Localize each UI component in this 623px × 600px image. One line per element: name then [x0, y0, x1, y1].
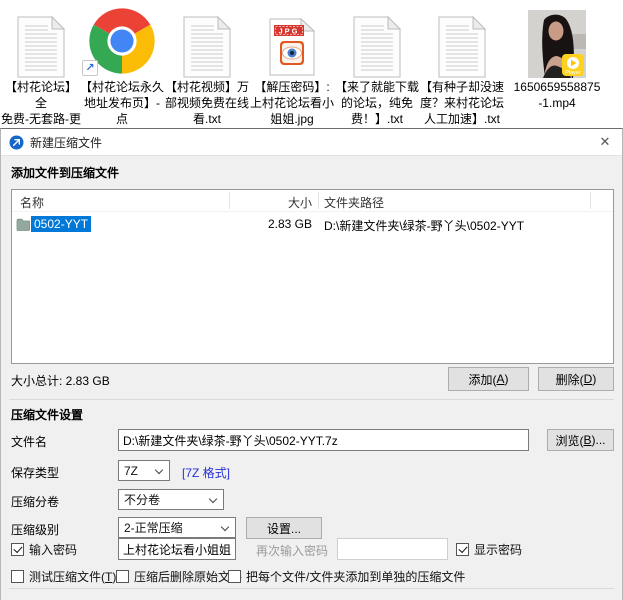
- desktop-icon-txt-3[interactable]: 【来了就能下载 的论坛，纯免 费！】.txt: [335, 0, 419, 128]
- column-divider[interactable]: [318, 192, 319, 209]
- desktop-icon-txt-4[interactable]: 【有种子却没速 度？来村花论坛 人工加速】.txt: [420, 0, 504, 128]
- desktop: 【村花论坛】全 免费-无套路-更 新快.txt ↗ 【村花论坛永久 地址发布页】…: [0, 0, 623, 128]
- filename-label: 文件名: [11, 433, 47, 450]
- delete-button[interactable]: 删除(D): [538, 367, 614, 391]
- desktop-icon-video[interactable]: Player 1650659558875 -1.mp4: [505, 0, 609, 128]
- folder-icon: [16, 218, 30, 234]
- test-archive-checkbox[interactable]: [11, 570, 24, 583]
- enter-password-option: 输入密码: [11, 541, 77, 558]
- column-header-name[interactable]: 名称: [20, 194, 44, 211]
- icon-label: 【村花视频】万 部视频免费在线 看.txt: [165, 79, 249, 127]
- show-password-option: 显示密码: [456, 541, 522, 558]
- delete-after-label: 压缩后删除原始文件: [134, 568, 242, 585]
- icon-label: 【解压密码】: 上村花论坛看小 姐姐.jpg: [250, 79, 334, 127]
- total-size-label: 大小总计: 2.83 GB: [11, 372, 110, 389]
- close-icon[interactable]: ✕: [596, 133, 614, 151]
- volume-split-label: 压缩分卷: [11, 493, 59, 510]
- desktop-icon-jpg[interactable]: JPG 【解压密码】: 上村花论坛看小 姐姐.jpg: [250, 0, 334, 128]
- volume-split-select[interactable]: 不分卷: [118, 489, 224, 510]
- desktop-icon-chrome-shortcut[interactable]: ↗ 【村花论坛永久 地址发布页】-点 此打开: [80, 0, 164, 128]
- dialog-titlebar: 新建压缩文件 ✕: [1, 129, 622, 156]
- jpg-image-icon: JPG: [250, 0, 334, 78]
- desktop-icon-txt-2[interactable]: 【村花视频】万 部视频免费在线 看.txt: [165, 0, 249, 128]
- section-archive-settings-label: 压缩文件设置: [11, 406, 83, 423]
- chrome-icon: ↗: [80, 0, 164, 78]
- archive-type-select[interactable]: 7Z: [118, 460, 170, 481]
- compression-level-select[interactable]: 2-正常压缩: [118, 517, 236, 538]
- dialog-title: 新建压缩文件: [30, 134, 102, 151]
- show-password-label: 显示密码: [474, 541, 522, 558]
- column-header-path[interactable]: 文件夹路径: [324, 194, 384, 211]
- format-link[interactable]: [7Z 格式]: [182, 464, 230, 481]
- file-table: 名称 大小 文件夹路径 0502-YYT 2.83 GB D:\新建文件: [11, 189, 614, 364]
- desktop-icon-txt-1[interactable]: 【村花论坛】全 免费-无套路-更 新快.txt: [0, 0, 82, 128]
- enter-password-checkbox[interactable]: [11, 543, 24, 556]
- test-archive-option: 测试压缩文件(T): [11, 568, 116, 585]
- icon-label: 【来了就能下载 的论坛，纯免 费！】.txt: [335, 79, 419, 127]
- icon-label: 1650659558875 -1.mp4: [505, 79, 609, 111]
- section-divider: [9, 399, 614, 400]
- password-input[interactable]: [118, 538, 236, 560]
- chevron-down-icon: [155, 466, 163, 474]
- column-divider[interactable]: [590, 192, 591, 209]
- chevron-down-icon: [209, 495, 217, 503]
- video-thumbnail: Player: [505, 0, 609, 78]
- browse-button[interactable]: 浏览(B)...: [547, 429, 614, 451]
- player-badge-icon: Player: [562, 54, 584, 76]
- table-header: 名称 大小 文件夹路径: [12, 190, 613, 212]
- delete-after-checkbox[interactable]: [116, 570, 129, 583]
- add-button[interactable]: 添加(A): [448, 367, 529, 391]
- new-archive-dialog: 新建压缩文件 ✕ 添加文件到压缩文件 名称 大小 文件夹路径: [0, 128, 623, 600]
- separate-archives-option: 把每个文件/文件夹添加到单独的压缩文件: [228, 568, 465, 585]
- shortcut-arrow-icon: ↗: [82, 60, 98, 76]
- reenter-password-label: 再次输入密码: [256, 542, 328, 559]
- column-header-size[interactable]: 大小: [234, 194, 312, 211]
- text-file-icon: [165, 0, 249, 78]
- enter-password-label: 输入密码: [29, 541, 77, 558]
- icon-label: 【有种子却没速 度？来村花论坛 人工加速】.txt: [420, 79, 504, 127]
- screen: 【村花论坛】全 免费-无套路-更 新快.txt ↗ 【村花论坛永久 地址发布页】…: [0, 0, 623, 600]
- settings-button[interactable]: 设置...: [246, 517, 322, 539]
- player-badge-text: Player: [565, 70, 581, 76]
- selected-file-name[interactable]: 0502-YYT: [31, 216, 91, 232]
- file-path: D:\新建文件夹\绿茶-野丫头\0502-YYT: [324, 217, 524, 234]
- separate-archives-label: 把每个文件/文件夹添加到单独的压缩文件: [246, 568, 465, 585]
- text-file-icon: [420, 0, 504, 78]
- filename-input[interactable]: [118, 429, 529, 451]
- section-add-files-label: 添加文件到压缩文件: [11, 164, 119, 181]
- table-row[interactable]: 0502-YYT 2.83 GB D:\新建文件夹\绿茶-野丫头\0502-YY…: [12, 214, 613, 236]
- bottom-divider: [9, 588, 614, 589]
- dialog-body: 添加文件到压缩文件 名称 大小 文件夹路径 0502-YY: [1, 156, 622, 600]
- separate-archives-checkbox[interactable]: [228, 570, 241, 583]
- file-size: 2.83 GB: [234, 217, 312, 231]
- save-type-label: 保存类型: [11, 464, 59, 481]
- jpg-badge-text: JPG: [278, 27, 299, 36]
- text-file-icon: [335, 0, 419, 78]
- reenter-password-input[interactable]: [337, 538, 448, 560]
- delete-after-option: 压缩后删除原始文件: [116, 568, 242, 585]
- column-divider[interactable]: [229, 192, 230, 209]
- chevron-down-icon: [221, 523, 229, 531]
- compression-level-label: 压缩级别: [11, 521, 59, 538]
- test-archive-label: 测试压缩文件(T): [29, 568, 116, 585]
- show-password-checkbox[interactable]: [456, 543, 469, 556]
- text-file-icon: [0, 0, 82, 78]
- new-archive-icon: [9, 135, 24, 150]
